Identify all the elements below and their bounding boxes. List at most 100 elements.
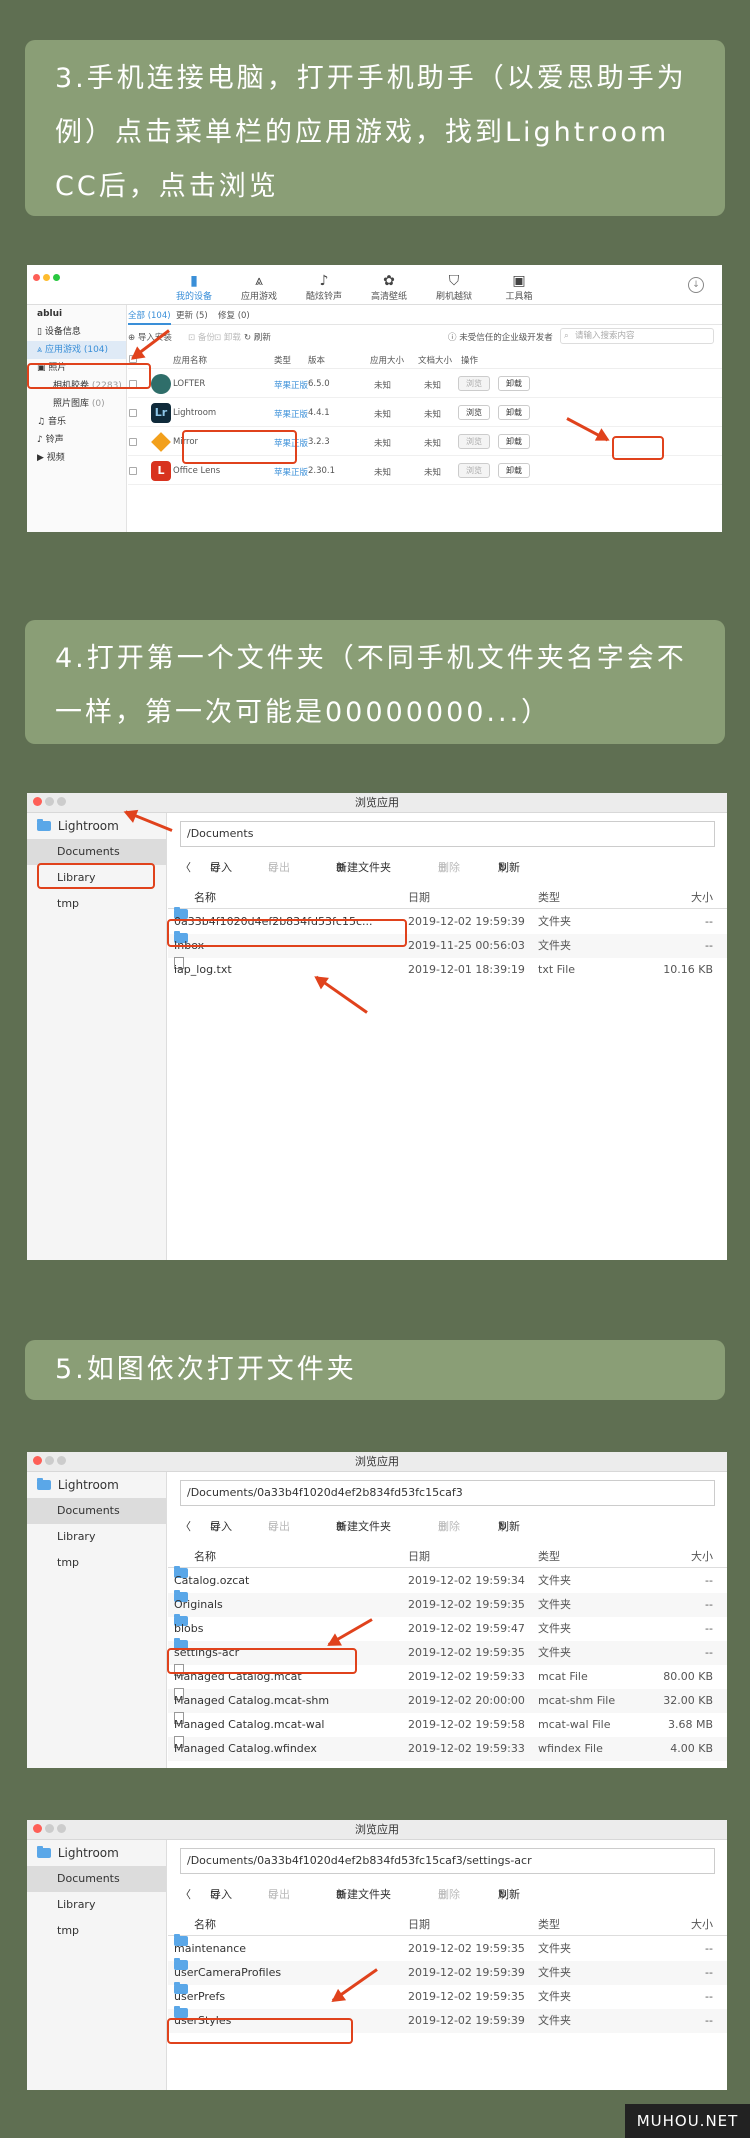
sidebar-label: Lightroom: [57, 819, 119, 833]
file-row[interactable]: Originals 2019-12-02 19:59:35 文件夹 --: [168, 1590, 727, 1617]
file-row[interactable]: userPrefs 2019-12-02 19:59:35 文件夹 --: [168, 1982, 727, 2009]
back-button[interactable]: 〈: [180, 857, 191, 879]
nav-toolbox[interactable]: ▣ 工具箱: [494, 273, 544, 302]
sidebar-item-device-info[interactable]: ▯ 设备信息: [27, 323, 126, 341]
col-name[interactable]: 名称: [194, 887, 216, 909]
sidebar-item-tmp[interactable]: tmp: [27, 1918, 166, 1944]
app-version: 4.4.1: [308, 408, 330, 418]
nav-wallpaper[interactable]: ✿ 高清壁纸: [364, 273, 414, 302]
refresh-button[interactable]: ↻ 刷新: [244, 331, 271, 343]
browse-button[interactable]: 浏览: [458, 434, 490, 449]
phone-icon: ▯: [37, 327, 45, 337]
file-row[interactable]: Managed Catalog.mcat-wal 2019-12-02 19:59…: [168, 1712, 727, 1737]
sidebar-item-documents[interactable]: Documents: [27, 839, 166, 865]
backup-button[interactable]: ⊡ 备份: [188, 331, 215, 343]
file-row[interactable]: Managed Catalog.wfindex 2019-12-02 19:59:…: [168, 1736, 727, 1761]
sidebar-root-lightroom[interactable]: Lightroom: [27, 1840, 166, 1866]
download-icon[interactable]: ↓: [688, 277, 704, 293]
path-field[interactable]: /Documents: [180, 821, 715, 847]
sidebar-item-ringtones[interactable]: ♪ 铃声: [27, 431, 126, 449]
sidebar-label: Lightroom: [57, 1846, 119, 1860]
file-table-header: 名称 日期 类型 大小: [168, 1914, 727, 1936]
col-name[interactable]: 名称: [194, 1546, 216, 1568]
uninstall-all-button[interactable]: ⊡ 卸载: [214, 331, 241, 343]
row-checkbox[interactable]: [129, 438, 137, 446]
search-input[interactable]: ⌕ 请输入搜索内容: [560, 328, 714, 344]
col-type[interactable]: 类型: [538, 1546, 560, 1568]
sidebar-item-photo-library[interactable]: 照片图库 (0): [27, 395, 126, 413]
row-checkbox[interactable]: [129, 409, 137, 417]
col-date[interactable]: 日期: [408, 1914, 430, 1936]
sidebar-item-apps[interactable]: ⩓ 应用游戏 (104): [27, 341, 126, 359]
sidebar-item-tmp[interactable]: tmp: [27, 1550, 166, 1576]
col-type[interactable]: 类型: [538, 1914, 560, 1936]
back-button[interactable]: 〈: [180, 1516, 191, 1538]
window-controls[interactable]: [33, 793, 69, 813]
table-row[interactable]: LOFTER 苹果正版 6.5.0 未知 未知 浏览 卸载: [128, 370, 722, 398]
col-size[interactable]: 大小: [691, 1546, 713, 1568]
file-row[interactable]: maintenance 2019-12-02 19:59:35 文件夹 --: [168, 1934, 727, 1961]
col-type[interactable]: 类型: [538, 887, 560, 909]
col-size[interactable]: 大小: [691, 1914, 713, 1936]
trusted-dev-notice[interactable]: ⓘ 未受信任的企业级开发者: [448, 331, 553, 343]
nav-apps[interactable]: ⩓ 应用游戏: [234, 273, 284, 302]
app-name: LOFTER: [173, 379, 206, 389]
sidebar-root-lightroom[interactable]: Lightroom: [27, 813, 166, 839]
tab-all[interactable]: 全部 (104): [128, 309, 171, 325]
sidebar-item-documents[interactable]: Documents: [27, 1866, 166, 1892]
file-table-header: 名称 日期 类型 大小: [168, 1546, 727, 1568]
col-date[interactable]: 日期: [408, 1546, 430, 1568]
file-row[interactable]: iap_log.txt 2019-12-01 18:39:19 txt File 10…: [168, 957, 727, 982]
path-field[interactable]: /Documents/0a33b4f1020d4ef2b834fd53fc15c…: [180, 1848, 715, 1874]
tab-repair[interactable]: 修复 (0): [218, 309, 250, 321]
browse-button[interactable]: 浏览: [458, 405, 490, 420]
path-field[interactable]: /Documents/0a33b4f1020d4ef2b834fd53fc15c…: [180, 1480, 715, 1506]
site-watermark: MUHOU.NET: [625, 2104, 750, 2138]
col-date[interactable]: 日期: [408, 887, 430, 909]
office-lens-app-icon: L: [151, 461, 171, 481]
uninstall-button[interactable]: 卸载: [498, 376, 530, 391]
file-size: --: [705, 1622, 713, 1635]
assistant-main: 全部 (104) 更新 (5) 修复 (0) ⊕ 导入安装 ⊡ 备份 ⊡ 卸载 …: [128, 305, 722, 532]
nav-jailbreak[interactable]: ⛉ 刷机越狱: [429, 273, 479, 302]
file-row[interactable]: userCameraProfiles 2019-12-02 19:59:39 文件夹…: [168, 1958, 727, 1985]
uninstall-button[interactable]: 卸载: [498, 405, 530, 420]
tab-updates[interactable]: 更新 (5): [176, 309, 208, 321]
file-toolbar: 〈 ⊡ 导入 ⊡ 导出 ⊞ 新建文件夹 ⊟ 删除 ↻ 刷新: [180, 1884, 680, 1906]
sidebar-item-library[interactable]: Library: [27, 1524, 166, 1550]
col-size[interactable]: 大小: [691, 887, 713, 909]
back-button[interactable]: 〈: [180, 1884, 191, 1906]
browse-button[interactable]: 浏览: [458, 376, 490, 391]
lightroom-app-icon: Lr: [151, 403, 171, 423]
sidebar-item-music[interactable]: ♫ 音乐: [27, 413, 126, 431]
sidebar-item-documents[interactable]: Documents: [27, 1498, 166, 1524]
window-controls[interactable]: [33, 1820, 69, 1840]
uninstall-button[interactable]: 卸载: [498, 434, 530, 449]
uninstall-button[interactable]: 卸载: [498, 463, 530, 478]
sidebar-item-videos[interactable]: ▶ 视频: [27, 449, 126, 467]
sidebar-label: 视频: [46, 453, 65, 463]
nav-ringtones[interactable]: ♪ 酷炫铃声: [299, 273, 349, 302]
file-browser-window-3: 浏览应用 Lightroom Documents Library tmp /Do…: [27, 1820, 727, 2090]
sidebar-root-lightroom[interactable]: Lightroom: [27, 1472, 166, 1498]
table-row-lightroom[interactable]: Lr Lightroom 苹果正版 4.4.1 未知 未知 浏览 卸载: [128, 399, 722, 427]
sidebar-item-tmp[interactable]: tmp: [27, 891, 166, 917]
sidebar-label: 照片图库: [53, 399, 90, 409]
app-version: 2.30.1: [308, 466, 336, 476]
file-row[interactable]: blobs 2019-12-02 19:59:47 文件夹 --: [168, 1614, 727, 1641]
nav-my-device[interactable]: ▮ 我的设备: [169, 273, 219, 302]
sidebar-item-library[interactable]: Library: [27, 1892, 166, 1918]
browse-button[interactable]: 浏览: [458, 463, 490, 478]
window-controls[interactable]: [33, 1452, 69, 1472]
window-controls[interactable]: [33, 271, 63, 284]
file-row[interactable]: Catalog.ozcat 2019-12-02 19:59:34 文件夹 --: [168, 1566, 727, 1593]
button-label: 刷新: [498, 1888, 520, 1901]
sidebar-label: 设备信息: [44, 327, 81, 337]
file-row[interactable]: Managed Catalog.mcat-shm 2019-12-02 20:00…: [168, 1688, 727, 1713]
apps-icon: ⩓: [37, 345, 45, 355]
button-label: 新建文件夹: [336, 1520, 391, 1533]
row-checkbox[interactable]: [129, 467, 137, 475]
highlight-settings-acr: [167, 1648, 357, 1674]
file-name: Managed Catalog.wfindex: [174, 1742, 317, 1755]
col-name[interactable]: 名称: [194, 1914, 216, 1936]
